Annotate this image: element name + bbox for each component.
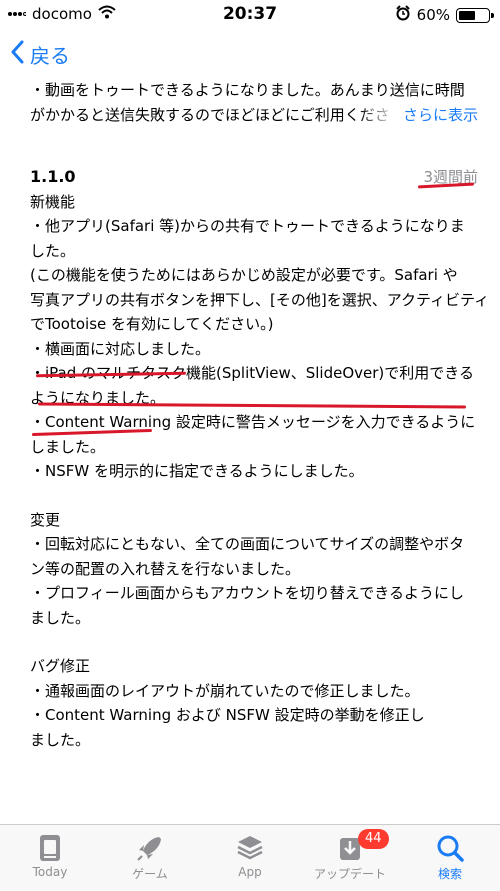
list-item: した。 [30, 241, 76, 260]
tab-apps-label: App [238, 865, 262, 879]
show-more-link[interactable]: さらに表示 [392, 102, 478, 127]
list-item: ・回転対応にともない、全ての画面についてサイズの調整やボタ [30, 535, 465, 553]
updates-badge: 44 [358, 829, 389, 849]
tab-games-label: ゲーム [132, 867, 168, 881]
nav-bar: 戻る [0, 36, 500, 76]
version-header: 1.1.0 3週間前 [30, 165, 478, 190]
tab-search-label: 検索 [437, 867, 462, 881]
release-notes: ・動画をトゥートできるようになりました。あんまり送信に時間 がかかると送信失敗す… [30, 78, 490, 753]
status-right: 60% [395, 5, 494, 25]
tab-search[interactable]: 検索 [400, 825, 500, 891]
today-icon [40, 835, 60, 861]
list-item: (この機能を使うためにはあらかじめ設定が必要です。Safari や [30, 266, 458, 284]
battery-percent: 60% [416, 6, 450, 24]
list-item: ン等の配置の入れ替えを行ないました。 [30, 559, 301, 578]
battery-icon [456, 7, 494, 23]
layers-icon [237, 836, 263, 860]
tab-apps[interactable]: App [200, 825, 300, 891]
list-item: でTootoise を有効にしてください。) [30, 315, 274, 333]
tab-games[interactable]: ゲーム [100, 825, 200, 891]
version-number: 1.1.0 [30, 167, 76, 186]
search-icon [437, 835, 464, 862]
tab-bar: Today ゲーム App 44 アップデート 検索 [0, 824, 500, 891]
chevron-left-icon [10, 40, 24, 69]
rocket-icon [137, 837, 161, 861]
list-item: ました。 [30, 608, 91, 627]
back-button[interactable]: 戻る [10, 40, 70, 69]
alarm-icon [395, 5, 411, 25]
top-text-line-2-text: がかかると送信失敗するのでほどほどにご利用くださ [30, 105, 390, 124]
battery-fill [459, 10, 476, 20]
list-item: ・Content Warning および NSFW 設定時の挙動を修正し [30, 706, 425, 724]
bugfix-list: ・通報画面のレイアウトが崩れていたので修正しました。 ・Content Warni… [30, 679, 478, 753]
list-item: ました。 [30, 730, 91, 749]
status-bar: docomo 20:37 60% [0, 0, 500, 28]
tab-today[interactable]: Today [0, 825, 100, 891]
new-features-list: ・他アプリ(Safari 等)からの共有でトゥートできるようになりま した。 (こ… [30, 214, 490, 484]
list-item: ・横画面に対応しました。 [30, 339, 211, 358]
section-heading-new: 新機能 [30, 192, 76, 211]
list-item: しました。 [30, 437, 106, 456]
tab-updates-label: アップデート [313, 867, 386, 881]
tab-updates[interactable]: 44 アップデート [300, 825, 400, 891]
list-item: ・NSFW を明示的に指定できるようにしました。 [30, 462, 364, 480]
changes-list: ・回転対応にともない、全ての画面についてサイズの調整やボタ ン等の配置の入れ替えを… [30, 532, 478, 630]
tab-today-label: Today [32, 865, 68, 879]
back-label: 戻る [30, 44, 70, 68]
list-item: ・他アプリ(Safari 等)からの共有でトゥートできるようになりま [30, 217, 465, 235]
list-item: ・通報画面のレイアウトが崩れていたので修正しました。 [30, 681, 420, 700]
list-item: ・プロフィール画面からもアカウントを切り替えできるようにし [30, 584, 464, 602]
section-heading-bugfix: バグ修正 [30, 657, 91, 675]
list-item: 写真アプリの共有ボタンを押下し、[その他]を選択、アクティビティ [30, 290, 490, 309]
top-text-line-1: ・動画をトゥートできるようになりました。あんまり送信に時間 [30, 81, 465, 99]
section-heading-change: 変更 [30, 510, 61, 529]
top-text-line-2: がかかると送信失敗するのでほどほどにご利用くださ さらに表示 [30, 102, 478, 127]
